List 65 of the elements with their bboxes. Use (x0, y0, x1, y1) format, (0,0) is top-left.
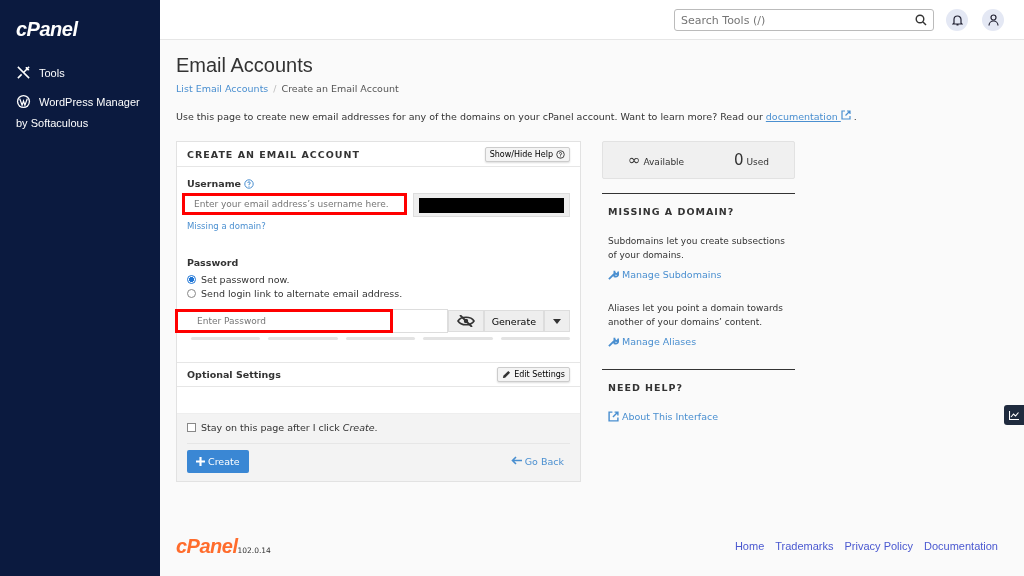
external-link-icon (840, 110, 851, 120)
user-icon (987, 13, 999, 26)
user-button[interactable] (982, 8, 1004, 31)
footer-link[interactable]: Documentation (924, 540, 998, 552)
username-field[interactable]: Enter your email address’s username here. (182, 193, 407, 215)
help-icon[interactable] (244, 178, 254, 189)
toggle-visibility-button[interactable] (447, 310, 484, 332)
help-icon (556, 149, 565, 159)
checkbox-label: Stay on this page after I click Create. (201, 422, 378, 433)
search-field[interactable]: Search Tools (/) (674, 9, 934, 31)
go-back-link[interactable]: Go Back (510, 456, 564, 467)
password-label: Password (187, 257, 239, 268)
help-toggle-button[interactable]: Show/Hide Help (484, 146, 570, 162)
notifications-button[interactable] (946, 8, 968, 31)
radio-label: Set password now. (201, 274, 290, 285)
wrench-icon (608, 336, 619, 347)
wordpress-icon (16, 94, 31, 109)
breadcrumb-current: Create an Email Account (281, 83, 399, 94)
stat-value: 0 (734, 151, 744, 169)
stats-tab-button[interactable] (1004, 405, 1024, 425)
page-title: Email Accounts (176, 54, 314, 77)
dropdown-button[interactable] (544, 310, 570, 332)
cpanel-logo: cPanel (176, 534, 238, 558)
footer-link[interactable]: Home (734, 540, 765, 552)
breadcrumb-separator: / (273, 83, 277, 94)
footer-link[interactable]: Trademarks (775, 540, 834, 552)
sidebar-item[interactable]: Tools (16, 65, 144, 80)
generate-button[interactable]: Generate (483, 310, 544, 332)
username-label: Username (187, 178, 241, 189)
plus-icon (196, 457, 205, 466)
intro-text: Use this page to create new email addresses for any of the domains on your cPanel account. Want to learn more? Read our documentation . (176, 110, 858, 122)
caret-icon (553, 318, 561, 324)
sidebar-link[interactable]: About This Interface (608, 411, 789, 422)
checkbox[interactable] (187, 423, 196, 432)
radio-label: Send login link to alternate email address. (201, 288, 403, 299)
wrench-icon (608, 269, 619, 280)
sidebar-link[interactable]: Manage Subdomains (608, 269, 789, 280)
section-title: NEED HELP? (608, 382, 685, 393)
arrow-left-icon (510, 456, 522, 465)
sidebar-link[interactable]: Manage Aliases (608, 336, 789, 347)
missing-domain-link[interactable]: Missing a domain? (187, 221, 570, 231)
sidebar-item[interactable]: WordPress Manager by Softaculous (16, 94, 144, 129)
cpanel-logo: cPanel (16, 18, 80, 41)
breadcrumb-link[interactable]: List Email Accounts (176, 83, 269, 94)
search-icon (915, 13, 927, 26)
eye-slash-icon (456, 315, 475, 327)
documentation-link[interactable]: documentation (765, 111, 851, 122)
stat-value: ∞ (627, 151, 641, 169)
section-title: MISSING A DOMAIN? (608, 206, 736, 217)
section-title: Optional Settings (187, 369, 281, 380)
external-link-icon (608, 411, 619, 422)
tools-icon (16, 65, 31, 80)
help-text: Aliases let you point a domain towards another of your domains’ content. (608, 302, 784, 329)
card-title: CREATE AN EMAIL ACCOUNT (187, 148, 360, 160)
bell-icon (951, 13, 963, 26)
radio-button[interactable] (187, 275, 196, 284)
stat-label: Used (746, 157, 770, 167)
pencil-icon (502, 370, 512, 379)
footer-link[interactable]: Privacy Policy (844, 540, 913, 552)
help-text: Subdomains let you create subsections of your domains. (608, 235, 786, 262)
create-button[interactable]: Create (187, 450, 249, 473)
stat-label: Available (643, 157, 685, 167)
edit-settings-button[interactable]: Edit Settings (497, 367, 570, 382)
domain-select[interactable] (413, 193, 570, 217)
chart-icon (1009, 410, 1019, 420)
